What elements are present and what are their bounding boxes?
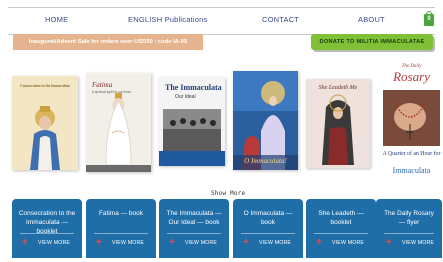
group-photo-image bbox=[159, 109, 225, 166]
view-more-button[interactable]: VIEW MORE bbox=[112, 240, 144, 246]
panel-divider bbox=[94, 233, 148, 234]
panel-divider bbox=[314, 233, 368, 234]
panel-divider bbox=[384, 233, 434, 234]
panel-divider bbox=[241, 233, 295, 234]
book-cover-extra2: Immaculata bbox=[392, 166, 431, 175]
product-panel-fatima[interactable]: Fatima — book + VIEW MORE bbox=[86, 199, 156, 258]
book-cover-o-immaculata[interactable]: O Immaculata! bbox=[233, 71, 298, 170]
book-cover-fatima[interactable]: Fatima A spiritual light for our times bbox=[86, 73, 151, 172]
view-more-button[interactable]: VIEW MORE bbox=[38, 240, 70, 246]
book-cover-immaculata-ideal[interactable]: The Immaculata Our Ideal bbox=[159, 77, 225, 166]
plus-icon: + bbox=[316, 237, 322, 248]
product-title: Consecration to the Immaculata — booklet bbox=[18, 210, 76, 235]
view-more-button[interactable]: VIEW MORE bbox=[332, 240, 364, 246]
product-title: The Immaculata — Our Ideal — book bbox=[166, 210, 222, 226]
fatima-statue-image bbox=[86, 93, 151, 172]
book-cover-title: O Immaculata! bbox=[244, 157, 287, 165]
promo-banner: Inaugural/Advent Sale for orders over US… bbox=[13, 34, 203, 50]
product-panel-immaculata-ideal[interactable]: The Immaculata — Our Ideal — book + VIEW… bbox=[159, 199, 229, 258]
plus-icon: + bbox=[169, 237, 175, 248]
book-cover-daily-rosary[interactable]: The Daily Rosary A Quarter of an Hour fo… bbox=[380, 62, 443, 187]
product-panel-daily-rosary[interactable]: The Daily Rosary — flyer + VIEW MORE bbox=[376, 199, 442, 258]
mary-icon-image bbox=[322, 94, 354, 165]
plus-icon: + bbox=[22, 237, 28, 248]
product-panel-o-immaculata[interactable]: O Immaculata — book + VIEW MORE bbox=[233, 199, 303, 258]
nav-item-home[interactable]: HOME bbox=[45, 15, 68, 24]
product-panel-she-leadeth[interactable]: She Leadeth — booklet + VIEW MORE bbox=[306, 199, 376, 258]
nav-divider-top bbox=[8, 7, 435, 8]
panel-divider bbox=[167, 233, 221, 234]
book-cover-she-leadeth-me[interactable]: She Leadeth Me bbox=[306, 79, 370, 168]
nav-item-english-publications[interactable]: ENGLISH Publications bbox=[128, 15, 207, 24]
view-more-button[interactable]: VIEW MORE bbox=[259, 240, 291, 246]
product-title: She Leadeth — booklet bbox=[318, 210, 364, 226]
panel-divider bbox=[20, 233, 74, 234]
plus-icon: + bbox=[96, 237, 102, 248]
cart-count: 0 bbox=[427, 16, 431, 22]
nav-item-contact[interactable]: CONTACT bbox=[262, 15, 299, 24]
donate-button[interactable]: DONATE TO MILITIA IMMACULATAE bbox=[311, 34, 433, 50]
view-more-button[interactable]: VIEW MORE bbox=[402, 240, 434, 246]
plus-icon: + bbox=[243, 237, 249, 248]
mary-painting-image bbox=[233, 71, 298, 170]
shopping-bag-icon[interactable]: 0 bbox=[424, 11, 434, 26]
mary-crowned-image bbox=[30, 106, 60, 170]
plus-icon: + bbox=[386, 237, 392, 248]
view-more-button[interactable]: VIEW MORE bbox=[185, 240, 217, 246]
product-panel-consecration[interactable]: Consecration to the Immaculata — booklet… bbox=[12, 199, 82, 258]
show-more-link[interactable]: Show More bbox=[211, 190, 245, 197]
product-title: Fatima — book bbox=[98, 210, 144, 217]
product-title: The Daily Rosary — flyer bbox=[384, 210, 434, 226]
nav-item-about[interactable]: ABOUT bbox=[358, 15, 385, 24]
book-cover-extra: A Quarter of an Hour for bbox=[382, 151, 441, 157]
product-title: O Immaculata — book bbox=[243, 210, 293, 226]
book-cover-consecration[interactable]: Consecration to the Immaculata bbox=[12, 76, 78, 170]
